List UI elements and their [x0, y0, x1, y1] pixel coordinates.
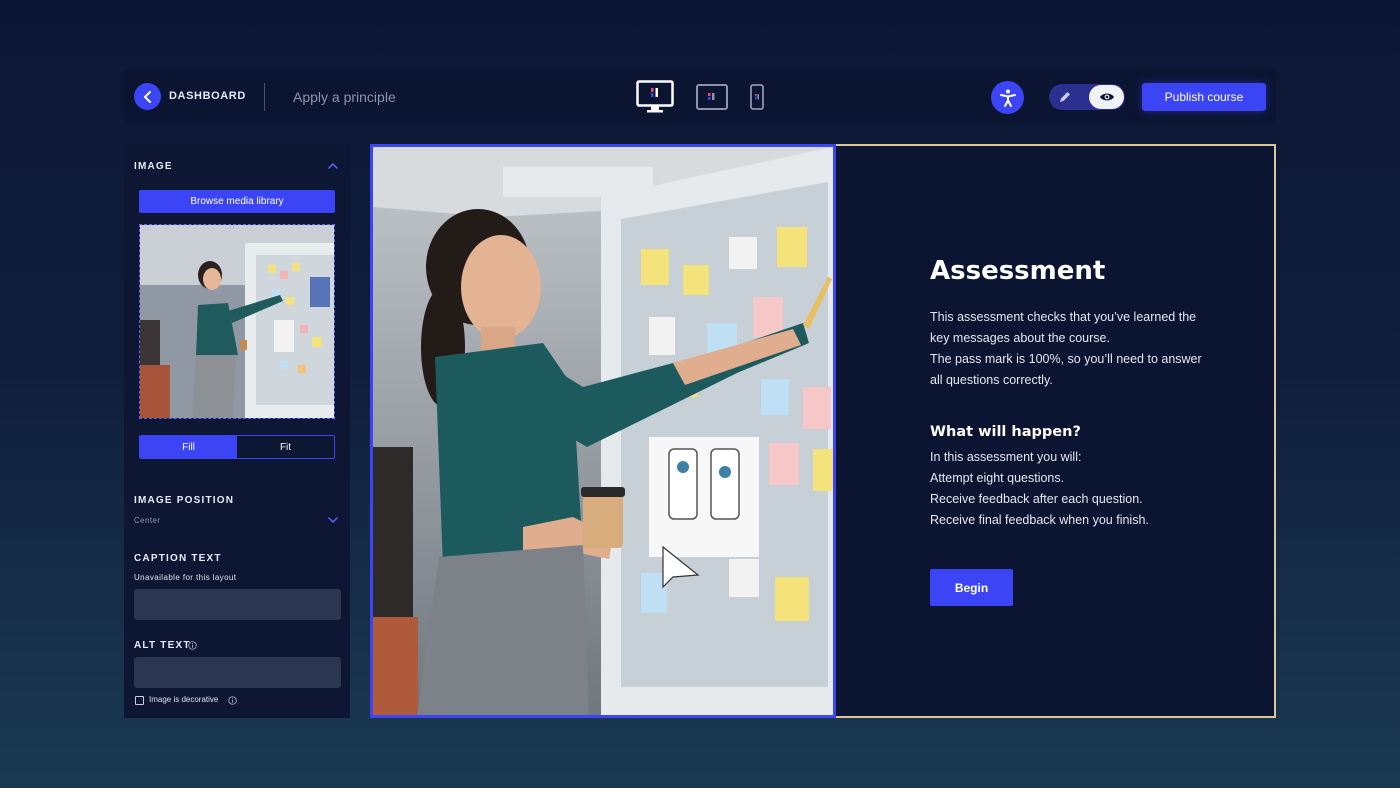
- thumbnail-photo: [140, 225, 334, 418]
- caption-text-title: CAPTION TEXT: [134, 553, 222, 564]
- assessment-steps[interactable]: In this assessment you will: Attempt eig…: [930, 447, 1149, 531]
- chevron-down-icon[interactable]: [328, 516, 338, 524]
- intro-line: This assessment checks that you’ve learn…: [930, 310, 1197, 324]
- caption-text-field[interactable]: [134, 589, 341, 620]
- decorative-info-icon[interactable]: [228, 696, 237, 705]
- what-will-happen-heading[interactable]: What will happen?: [930, 424, 1081, 440]
- mobile-icon[interactable]: [750, 84, 764, 110]
- course-photo: [373, 147, 833, 715]
- caption-unavailable-note: Unavailable for this layout: [134, 573, 237, 582]
- chevron-left-icon: [143, 90, 151, 103]
- fill-option[interactable]: Fill: [140, 436, 237, 458]
- browse-media-button[interactable]: Browse media library: [139, 190, 335, 213]
- alt-text-field[interactable]: [134, 657, 341, 688]
- step-line: Receive feedback after each question.: [930, 492, 1143, 506]
- alt-text-title: ALT TEXT: [134, 640, 191, 651]
- info-icon[interactable]: [188, 641, 197, 650]
- publish-course-button[interactable]: Publish course: [1142, 83, 1266, 111]
- step-line: In this assessment you will:: [930, 450, 1082, 464]
- accessibility-button[interactable]: [991, 81, 1024, 114]
- step-line: Receive final feedback when you finish.: [930, 513, 1149, 527]
- image-position-value[interactable]: Center: [134, 516, 160, 525]
- fit-option[interactable]: Fit: [237, 436, 334, 458]
- begin-button[interactable]: Begin: [930, 569, 1013, 606]
- preview-mode-button[interactable]: [1089, 85, 1124, 109]
- image-position-title: IMAGE POSITION: [134, 495, 235, 506]
- assessment-title[interactable]: Assessment: [930, 256, 1105, 286]
- tablet-icon[interactable]: [696, 84, 728, 110]
- page-title[interactable]: Apply a principle: [293, 89, 396, 105]
- back-button[interactable]: [134, 83, 161, 110]
- properties-panel: IMAGE Browse media library Fill Fit IMAG…: [124, 144, 350, 718]
- editor-toolbar: DASHBOARD Apply a principle Publish cour…: [124, 70, 1276, 124]
- edit-preview-toggle[interactable]: [1049, 84, 1125, 110]
- decorative-label: Image is decorative: [149, 695, 219, 704]
- intro-line: all questions correctly.: [930, 373, 1053, 387]
- accessibility-icon: [999, 89, 1016, 107]
- dashboard-link[interactable]: DASHBOARD: [169, 90, 246, 102]
- course-image-block[interactable]: [370, 144, 836, 718]
- assessment-text-block[interactable]: Assessment This assessment checks that y…: [836, 144, 1276, 718]
- desktop-icon[interactable]: [636, 80, 674, 114]
- fill-fit-toggle[interactable]: Fill Fit: [139, 435, 335, 459]
- toolbar-divider: [264, 83, 265, 111]
- chevron-up-icon[interactable]: [328, 162, 338, 170]
- image-section-title: IMAGE: [134, 161, 173, 172]
- pencil-icon[interactable]: [1057, 89, 1073, 105]
- image-thumbnail[interactable]: [139, 224, 335, 419]
- assessment-intro[interactable]: This assessment checks that you’ve learn…: [930, 307, 1202, 391]
- eye-icon: [1099, 93, 1114, 101]
- intro-line: key messages about the course.: [930, 331, 1110, 345]
- step-line: Attempt eight questions.: [930, 471, 1065, 485]
- decorative-checkbox[interactable]: [135, 696, 144, 705]
- intro-line: The pass mark is 100%, so you’ll need to…: [930, 352, 1202, 366]
